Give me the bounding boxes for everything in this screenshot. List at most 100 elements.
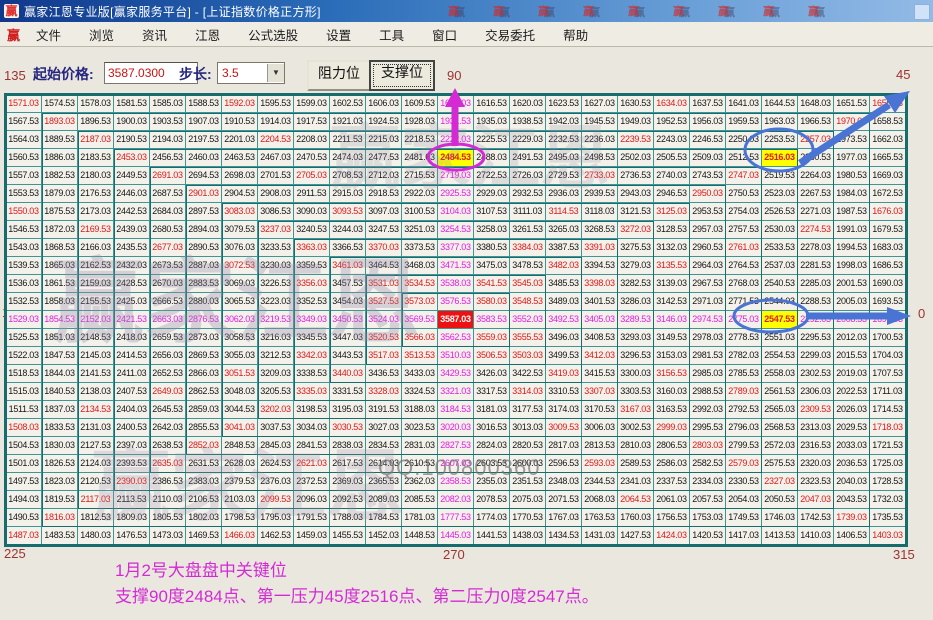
grid-cell: 1595.53 [258, 95, 294, 113]
menu-item-8[interactable]: 交易委托 [485, 25, 535, 44]
grid-cell: 3475.03 [474, 257, 510, 275]
grid-cell: 3023.53 [402, 419, 438, 437]
grid-cell: 2705.03 [294, 167, 330, 185]
grid-cell: 3272.03 [618, 221, 654, 239]
grid-cell: 2761.03 [726, 239, 762, 257]
grid-cell: 1564.03 [6, 131, 42, 149]
window-button[interactable] [914, 4, 930, 20]
chevron-down-icon[interactable]: ▼ [267, 64, 284, 82]
grid-cell: 3128.53 [654, 221, 690, 239]
grid-cell: 1543.03 [6, 239, 42, 257]
grid-cell: 1938.53 [510, 113, 546, 131]
titlebar-stamp: 赢 [583, 3, 594, 19]
grid-cell: 2491.53 [510, 149, 546, 167]
grid-cell: 3517.03 [366, 347, 402, 365]
grid-cell: 1700.53 [870, 329, 906, 347]
grid-cell: 2026.03 [834, 401, 870, 419]
grid-cell: 3429.53 [438, 365, 474, 383]
grid-cell: 3447.03 [330, 329, 366, 347]
grid-cell: 2267.53 [798, 185, 834, 203]
grid-cell: 2852.03 [186, 437, 222, 455]
grid-cell: 1868.53 [42, 239, 78, 257]
menu-bar: 赢 文件浏览资讯江恩公式选股设置工具窗口交易委托帮助 [0, 22, 933, 47]
grid-cell: 1882.53 [42, 167, 78, 185]
grid-cell: 1473.03 [150, 527, 186, 545]
grid-cell: 3506.53 [474, 347, 510, 365]
grid-cell: 3513.53 [402, 347, 438, 365]
grid-cell: 2572.03 [762, 437, 798, 455]
grid-cell: 2680.53 [150, 221, 186, 239]
resistance-button[interactable]: 阻力位 [307, 60, 371, 91]
grid-cell: 2778.53 [726, 329, 762, 347]
menu-item-0[interactable]: 文件 [36, 25, 61, 44]
menu-item-3[interactable]: 江恩 [195, 25, 220, 44]
grid-cell: 2309.53 [798, 401, 834, 419]
grid-cell: 2624.53 [258, 455, 294, 473]
menu-item-1[interactable]: 浏览 [89, 25, 114, 44]
grid-cell: 3370.03 [366, 239, 402, 257]
grid-cell: 3307.03 [582, 383, 618, 401]
titlebar-watermarks: 赢赢赢赢赢赢赢赢赢 [448, 3, 819, 19]
grid-cell: 2992.03 [690, 401, 726, 419]
grid-cell: 1567.53 [6, 113, 42, 131]
grid-cell: 2687.53 [150, 185, 186, 203]
grid-cell: 1669.03 [870, 167, 906, 185]
grid-cell: 2894.03 [186, 221, 222, 239]
grid-cell: 3072.53 [222, 257, 258, 275]
gann-grid: 1571.031574.531578.031581.531585.031588.… [4, 93, 908, 547]
grid-cell: 2645.53 [150, 401, 186, 419]
grid-cell: 2218.53 [402, 131, 438, 149]
grid-cell: 2964.03 [690, 257, 726, 275]
grid-cell: 2068.03 [582, 491, 618, 509]
grid-cell: 1518.53 [6, 365, 42, 383]
menu-item-9[interactable]: 帮助 [563, 25, 588, 44]
grid-cell: 1966.53 [798, 113, 834, 131]
menu-item-4[interactable]: 公式选股 [248, 25, 298, 44]
grid-cell: 2719.03 [438, 167, 474, 185]
grid-cell: 3471.53 [438, 257, 474, 275]
grid-cell: 1809.03 [114, 509, 150, 527]
grid-cell: 3541.53 [474, 275, 510, 293]
step-select[interactable]: 3.5 ▼ [217, 62, 285, 84]
grid-cell: 3356.03 [294, 275, 330, 293]
menu-item-7[interactable]: 窗口 [432, 25, 457, 44]
grid-cell: 1914.03 [258, 113, 294, 131]
menu-item-6[interactable]: 工具 [379, 25, 404, 44]
grid-cell: 3111.03 [510, 203, 546, 221]
grid-cell: 2295.53 [798, 329, 834, 347]
grid-cell: 2127.53 [78, 437, 114, 455]
grid-cell: 2232.53 [546, 131, 582, 149]
grid-cell: 2519.53 [762, 167, 798, 185]
grid-cell: 3398.03 [582, 275, 618, 293]
grid-cell: 2568.53 [762, 419, 798, 437]
menu-item-2[interactable]: 资讯 [142, 25, 167, 44]
grid-cell: 3181.03 [474, 401, 510, 419]
grid-cell: 2439.03 [114, 221, 150, 239]
grid-cell: 2939.53 [582, 185, 618, 203]
grid-cell: 2050.53 [762, 491, 798, 509]
support-button[interactable]: 支撑位 [369, 60, 435, 91]
grid-cell: 3244.03 [330, 221, 366, 239]
grid-cell: 2897.53 [186, 203, 222, 221]
grid-cell: 1483.53 [42, 527, 78, 545]
grid-cell: 2698.03 [222, 167, 258, 185]
grid-cell: 2113.53 [114, 491, 150, 509]
grid-cell: 3496.03 [546, 329, 582, 347]
grid-cell: 2827.53 [438, 437, 474, 455]
menu-item-5[interactable]: 设置 [326, 25, 351, 44]
grid-cell: 2768.03 [726, 275, 762, 293]
grid-cell: 2446.03 [114, 185, 150, 203]
grid-cell: 1511.53 [6, 401, 42, 419]
grid-cell: 2740.03 [654, 167, 690, 185]
grid-cell: 3401.53 [582, 293, 618, 311]
grid-cell: 3363.03 [294, 239, 330, 257]
grid-cell: 2803.03 [690, 437, 726, 455]
grid-cell: 3520.53 [366, 329, 402, 347]
grid-cell: 1872.03 [42, 221, 78, 239]
grid-cell: 2425.03 [114, 293, 150, 311]
grid-cell: 2106.53 [186, 491, 222, 509]
grid-cell: 1826.53 [42, 455, 78, 473]
grid-cell: 3338.53 [294, 365, 330, 383]
grid-cell: 1690.03 [870, 275, 906, 293]
grid-cell: 3251.03 [402, 221, 438, 239]
